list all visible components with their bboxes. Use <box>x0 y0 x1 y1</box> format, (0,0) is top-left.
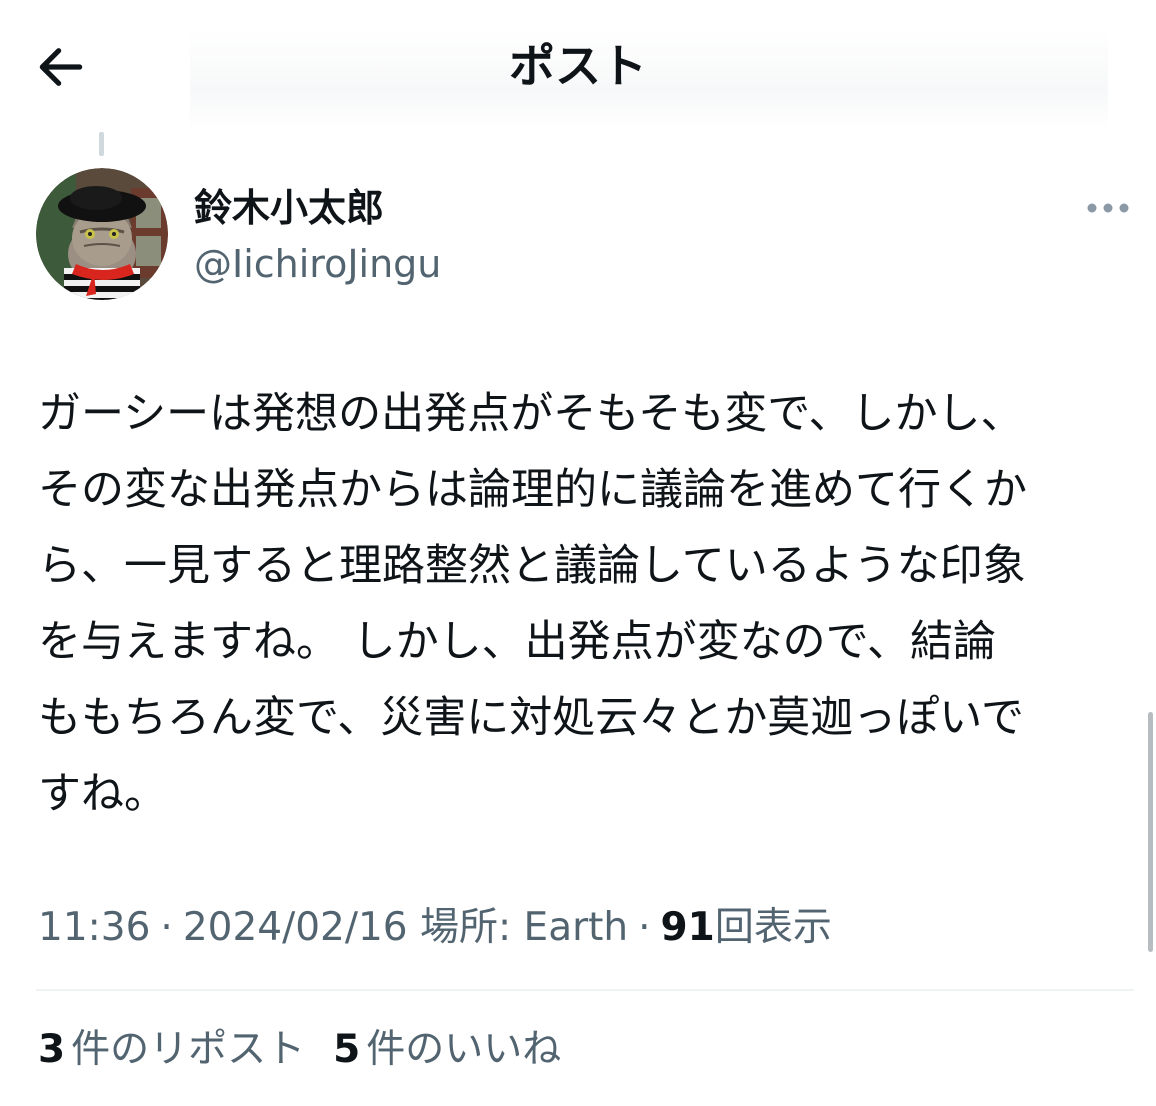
meta-separator: · <box>160 905 173 950</box>
post-text: ガーシーは発想の出発点がそもそも変で、しかし、 その変な出発点からは論理的に議論… <box>38 376 1138 832</box>
post-time[interactable]: 11:36 <box>38 905 150 950</box>
post-text-line: すね。 <box>38 769 167 819</box>
post-text-line: ら、一見すると理路整然と議論しているような印象 <box>38 541 1026 591</box>
avatar[interactable] <box>36 168 168 300</box>
top-bar: ポスト <box>0 0 1156 132</box>
post-text-line: その変な出発点からは論理的に議論を進めて行くか <box>38 465 1027 515</box>
author-display-name[interactable]: 鈴木小太郎 <box>194 182 384 234</box>
likes-stat[interactable]: 5 件のいいね <box>333 1022 561 1078</box>
reposts-stat[interactable]: 3 件のリポスト <box>38 1022 305 1078</box>
thread-connector-line <box>99 132 104 156</box>
post-text-line: ガーシーは発想の出発点がそもそも変で、しかし、 <box>38 389 1024 439</box>
more-options-button[interactable] <box>1080 190 1136 226</box>
likes-count: 5 <box>333 1027 361 1072</box>
cat-avatar-icon <box>36 168 168 300</box>
reposts-label: 件のリポスト <box>71 1027 306 1072</box>
page-title: ポスト <box>509 39 647 93</box>
post-date[interactable]: 2024/02/16 <box>183 905 408 950</box>
meta-separator: · <box>638 905 651 950</box>
post-text-line: ももちろん変で、災害に対処云々とか莫迦っぽいで <box>38 693 1024 743</box>
post-location: 場所: Earth <box>420 905 629 950</box>
post-detail-page: ポスト 鈴木小太郎 @IichiroJingu ガーシーは発想の出発点がそもそも… <box>0 0 1156 1106</box>
views-label[interactable]: 回表示 <box>715 905 832 950</box>
scrollbar[interactable] <box>1148 712 1153 952</box>
reposts-count: 3 <box>38 1027 66 1072</box>
engagement-stats: 3 件のリポスト 5 件のいいね <box>38 1022 561 1078</box>
post-metadata: 11:36 · 2024/02/16 場所: Earth · 91回表示 <box>38 900 832 956</box>
likes-label: 件のいいね <box>366 1027 562 1072</box>
divider <box>36 989 1134 991</box>
views-count[interactable]: 91 <box>661 905 715 950</box>
author-handle[interactable]: @IichiroJingu <box>194 238 441 290</box>
more-horizontal-icon <box>1087 203 1129 213</box>
post-text-line: を与えますね。 しかし、出発点が変なので、結論 <box>38 617 996 667</box>
